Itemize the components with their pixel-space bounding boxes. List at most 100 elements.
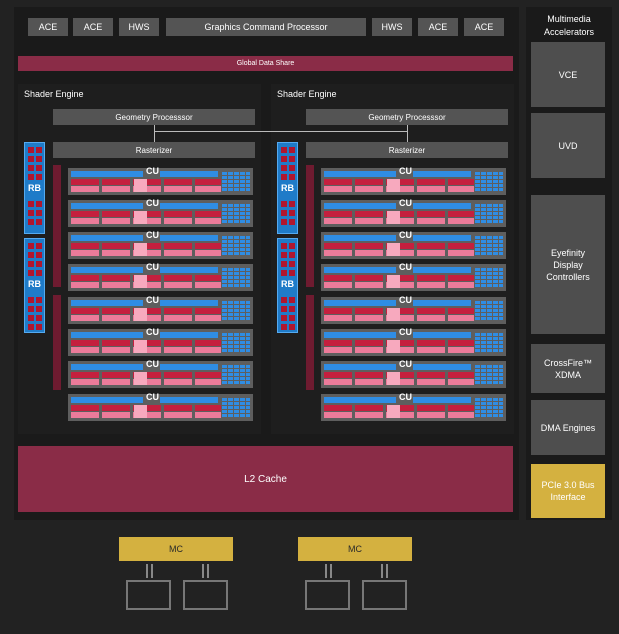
simd-block — [448, 179, 476, 185]
cu-scalar-strip — [413, 235, 471, 241]
simd-block — [417, 412, 445, 418]
simd-block — [102, 218, 130, 224]
simd-block — [164, 218, 192, 224]
simd-block — [448, 347, 476, 353]
simd-block — [417, 179, 445, 185]
cu-cache-grid — [221, 364, 250, 385]
simd-block — [417, 243, 445, 249]
simd-block — [71, 347, 99, 353]
rb-cell — [289, 315, 295, 321]
compute-unit: CU — [68, 198, 253, 227]
geometry-connector-v2 — [407, 125, 408, 142]
rb-cell — [36, 270, 42, 276]
compute-unit: CU — [68, 230, 253, 259]
simd-block — [195, 347, 223, 353]
simd-block — [102, 275, 130, 281]
cu-lds-block — [387, 372, 400, 385]
rb-cell — [36, 243, 42, 249]
cu-lds-block — [387, 308, 400, 321]
cu-lds-block — [134, 275, 147, 288]
rb-cell — [281, 147, 287, 153]
rb-cell — [36, 201, 42, 207]
cu-scalar-strip — [324, 332, 396, 338]
simd-block — [195, 372, 223, 378]
rb-cell — [28, 156, 34, 162]
simd-block — [195, 243, 223, 249]
simd-block — [355, 275, 383, 281]
uvd-box: UVD — [531, 113, 605, 178]
rb-cell — [289, 210, 295, 216]
cu-scalar-strip — [71, 171, 143, 177]
rb-cell — [36, 156, 42, 162]
simd-block — [102, 243, 130, 249]
cu-lds-block — [134, 211, 147, 224]
rb-cell — [28, 174, 34, 180]
simd-block — [164, 243, 192, 249]
cu-scalar-strip — [324, 300, 396, 306]
rb-cell — [281, 270, 287, 276]
simd-block — [71, 186, 99, 192]
cu-scalar-strip — [71, 267, 143, 273]
simd-block — [324, 405, 352, 411]
cu-scalar-strip — [324, 397, 396, 403]
cu-scalar-strip — [324, 364, 396, 370]
cu-scalar-strip — [71, 300, 143, 306]
rb-cell — [281, 297, 287, 303]
simd-block — [102, 179, 130, 185]
rb-cell — [28, 165, 34, 171]
mc-arrow-2 — [151, 564, 153, 578]
simd-block — [355, 211, 383, 217]
ace-box-4: ACE — [464, 18, 504, 36]
simd-block — [324, 308, 352, 314]
simd-block — [102, 186, 130, 192]
simd-block — [417, 347, 445, 353]
simd-block — [324, 282, 352, 288]
simd-block — [448, 315, 476, 321]
simd-block — [355, 379, 383, 385]
rb-cell — [289, 219, 295, 225]
cu-cache-grid — [474, 203, 503, 224]
simd-block — [324, 372, 352, 378]
cu-scalar-strip — [413, 364, 471, 370]
vce-box: VCE — [531, 42, 605, 107]
shader-engine-2-title: Shader Engine — [277, 89, 337, 99]
cu-scalar-strip — [324, 203, 396, 209]
simd-block — [71, 218, 99, 224]
memory-module-3 — [305, 580, 350, 610]
simd-block — [71, 379, 99, 385]
cu-label: CU — [399, 295, 412, 305]
simd-block — [71, 412, 99, 418]
rb-cell — [36, 210, 42, 216]
simd-block — [355, 347, 383, 353]
simd-block — [448, 379, 476, 385]
mc-arrow-1 — [146, 564, 148, 578]
cu-cache-grid — [474, 267, 503, 288]
cu-label: CU — [146, 295, 159, 305]
cu-cache-grid — [474, 332, 503, 353]
local-slab-2b — [306, 295, 314, 390]
local-slab-2a — [306, 165, 314, 287]
cu-label: CU — [146, 327, 159, 337]
rb-cell — [289, 261, 295, 267]
simd-block — [417, 379, 445, 385]
cu-cache-grid — [221, 267, 250, 288]
simd-block — [102, 372, 130, 378]
cu-label: CU — [399, 262, 412, 272]
rb-cell — [289, 165, 295, 171]
rb-cell — [289, 324, 295, 330]
cu-label: CU — [399, 327, 412, 337]
cu-cache-grid — [474, 364, 503, 385]
cu-cache-grid — [474, 171, 503, 192]
cu-label: CU — [399, 198, 412, 208]
cu-scalar-strip — [160, 364, 218, 370]
pcie-bus-interface: PCIe 3.0 Bus Interface — [531, 464, 605, 518]
rb-cell — [289, 306, 295, 312]
simd-block — [164, 405, 192, 411]
simd-block — [448, 186, 476, 192]
simd-block — [417, 405, 445, 411]
geometry-processor-2: Geometry Processsor — [306, 109, 508, 125]
simd-block — [195, 250, 223, 256]
cu-label: CU — [146, 198, 159, 208]
cu-scalar-strip — [160, 171, 218, 177]
rb-cell — [28, 219, 34, 225]
